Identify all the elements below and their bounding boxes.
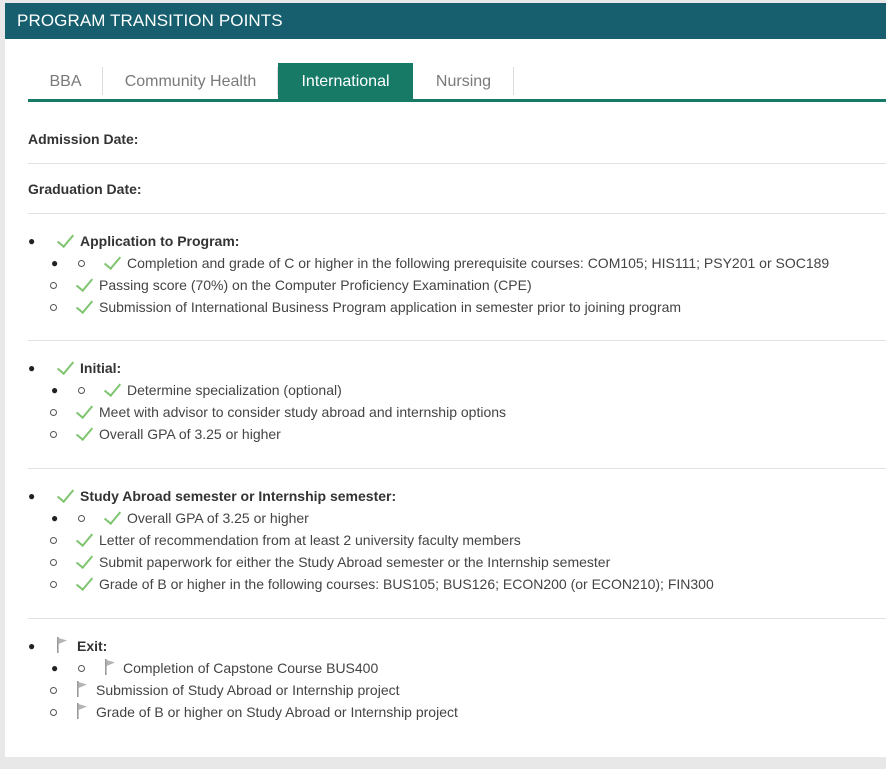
transition-points-panel: PROGRAM TRANSITION POINTS BBA Community … xyxy=(5,3,886,757)
check-icon xyxy=(75,550,94,570)
check-icon xyxy=(75,422,94,442)
check-icon xyxy=(56,356,75,376)
tab-community-health[interactable]: Community Health xyxy=(103,65,278,99)
graduation-date-label: Graduation Date: xyxy=(28,181,142,197)
tab-international[interactable]: International xyxy=(278,63,413,99)
flag-icon xyxy=(105,659,115,675)
tab-bba[interactable]: BBA xyxy=(28,65,103,99)
flag-icon xyxy=(77,681,87,697)
check-icon xyxy=(103,378,122,398)
check-icon xyxy=(103,506,122,526)
tab-nursing[interactable]: Nursing xyxy=(413,65,514,99)
check-icon xyxy=(75,295,94,315)
check-icon xyxy=(56,484,75,504)
flag-icon xyxy=(57,637,67,653)
check-icon xyxy=(75,273,94,293)
check-icon xyxy=(75,572,94,592)
program-tabs: BBA Community Health International Nursi… xyxy=(28,63,886,102)
section-exit: ● Exit: ● Completion of Capstone Course … xyxy=(28,637,458,720)
graduation-date-row: Graduation Date: xyxy=(28,163,886,214)
flag-icon xyxy=(77,703,87,719)
check-icon xyxy=(75,400,94,420)
check-icon xyxy=(75,528,94,548)
admission-date-label: Admission Date: xyxy=(28,131,139,147)
section-initial: ● Initial: ● Determine specialization (o… xyxy=(28,341,886,469)
check-icon xyxy=(103,251,122,271)
panel-title: PROGRAM TRANSITION POINTS xyxy=(5,3,886,39)
section-study-abroad: ● Study Abroad semester or Internship se… xyxy=(28,469,886,619)
check-icon xyxy=(56,229,75,249)
section-application: ● Application to Program: ● Completion a… xyxy=(28,214,886,341)
admission-date-row: Admission Date: xyxy=(28,113,886,164)
